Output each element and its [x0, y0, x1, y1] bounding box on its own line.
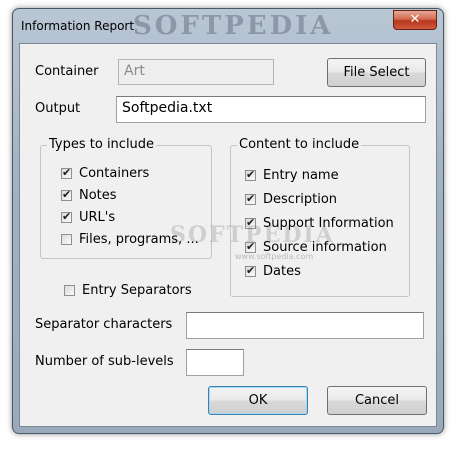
checkbox-description[interactable]: ✔ Description [245, 191, 405, 209]
file-select-button[interactable]: File Select [327, 58, 426, 87]
checkbox-label: Description [263, 192, 338, 207]
checkmark-icon: ✔ [246, 192, 256, 205]
softpedia-watermark: SOFTPEDIA [170, 222, 335, 248]
checkbox-box[interactable] [61, 234, 72, 245]
checkbox-label: Containers [79, 166, 150, 181]
separator-characters-label: Separator characters [35, 317, 173, 332]
checkbox-label: Dates [263, 264, 301, 279]
watermark-text: SOFTPEDIA [170, 222, 335, 248]
content-to-include-group: Content to include ✔ Entry name ✔ Descri… [230, 137, 410, 297]
checkmark-icon: ✔ [246, 264, 256, 277]
container-field[interactable]: Art [118, 59, 274, 85]
checkmark-icon: ✔ [246, 168, 256, 181]
checkbox-box[interactable] [64, 285, 75, 296]
checkbox-entry-name[interactable]: ✔ Entry name [245, 167, 405, 185]
close-button[interactable]: ✕ [393, 10, 437, 30]
title-bar[interactable]: SOFTPEDIA Information Report ✕ [13, 9, 443, 41]
dialog-window: SOFTPEDIA Information Report ✕ Container… [12, 8, 444, 434]
output-label: Output [35, 101, 81, 116]
window-title: Information Report [21, 19, 135, 33]
sub-levels-field[interactable] [186, 349, 244, 376]
checkmark-icon: ✔ [62, 166, 72, 179]
watermark-logo: SOFTPEDIA [133, 11, 334, 41]
close-icon: ✕ [409, 12, 421, 27]
checkmark-icon: ✔ [62, 188, 72, 201]
checkbox-label: Entry name [263, 168, 339, 183]
separator-characters-field[interactable] [186, 312, 424, 339]
container-label: Container [35, 64, 99, 79]
cancel-button[interactable]: Cancel [327, 386, 427, 415]
checkbox-label: URL's [79, 210, 116, 225]
checkbox-dates[interactable]: ✔ Dates [245, 263, 405, 281]
checkbox-containers[interactable]: ✔ Containers [61, 165, 206, 183]
types-group-title: Types to include [47, 137, 157, 152]
ok-button[interactable]: OK [208, 386, 308, 415]
watermark-url: www.softpedia.com [235, 252, 314, 261]
checkbox-box[interactable]: ✔ [61, 188, 72, 201]
checkbox-label: Entry Separators [82, 283, 192, 298]
sub-levels-label: Number of sub-levels [35, 354, 174, 369]
checkbox-box[interactable]: ✔ [245, 192, 256, 205]
checkbox-box[interactable]: ✔ [245, 168, 256, 181]
checkmark-icon: ✔ [62, 210, 72, 223]
checkbox-label: Notes [79, 188, 117, 203]
checkbox-notes[interactable]: ✔ Notes [61, 187, 206, 205]
content-group-title: Content to include [237, 137, 362, 152]
output-field[interactable]: Softpedia.txt [116, 96, 426, 123]
dialog-body: Container Art File Select Output Softped… [19, 43, 437, 427]
checkbox-box[interactable]: ✔ [61, 210, 72, 223]
checkbox-box[interactable]: ✔ [61, 166, 72, 179]
checkbox-entry-separators[interactable]: Entry Separators [64, 282, 224, 300]
checkbox-box[interactable]: ✔ [245, 264, 256, 277]
